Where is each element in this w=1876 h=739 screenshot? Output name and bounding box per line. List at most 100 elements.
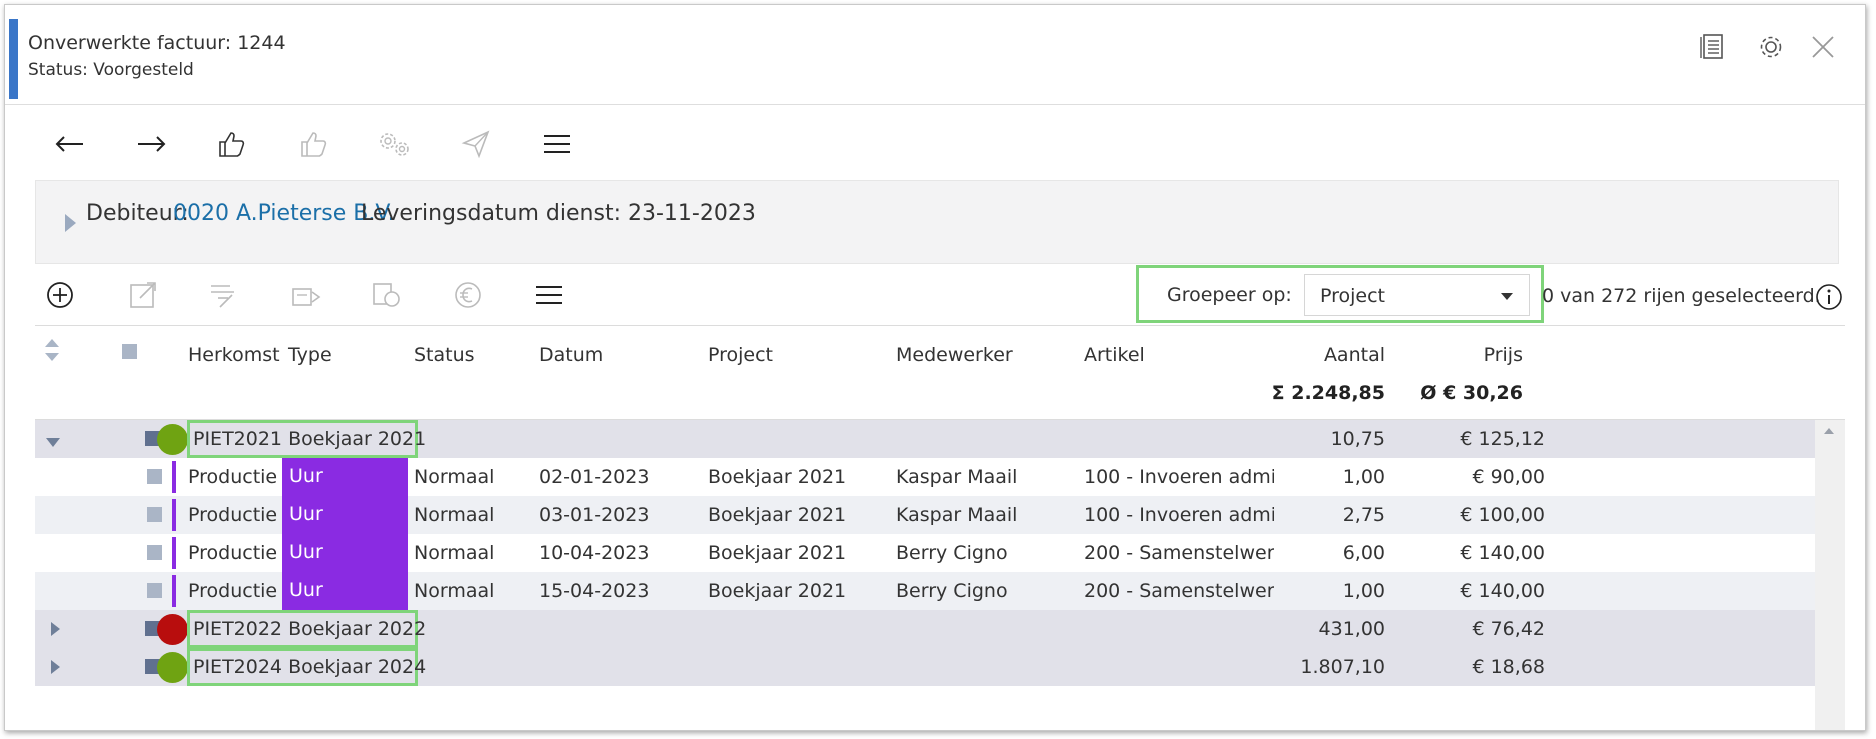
grid-hamburger-menu-icon[interactable] xyxy=(526,272,572,318)
cell-aantal: 6,00 xyxy=(1342,542,1385,564)
open-external-icon xyxy=(120,272,166,318)
vertical-scrollbar[interactable] xyxy=(1815,420,1845,730)
col-prijs[interactable]: Prijs xyxy=(1423,344,1523,366)
add-circle-icon[interactable] xyxy=(37,272,83,318)
assign-icon xyxy=(201,272,247,318)
cell-datum: 03-01-2023 xyxy=(539,504,650,526)
group-row[interactable]: PIET2021 Boekjaar 2021 10,75 € 125,12 xyxy=(35,420,1815,458)
col-medewerker[interactable]: Medewerker xyxy=(896,344,1013,366)
cell-aantal: 1,00 xyxy=(1342,580,1385,602)
back-arrow-icon[interactable] xyxy=(47,121,93,167)
cell-datum: 02-01-2023 xyxy=(539,466,650,488)
group-aantal: 10,75 xyxy=(1330,428,1385,450)
chevron-down-icon xyxy=(1501,293,1513,300)
table-row[interactable]: Productie Uur Normaal 10-04-2023 Boekjaar 20… xyxy=(35,534,1815,572)
expand-group-icon[interactable] xyxy=(51,622,60,636)
thumbs-up-icon[interactable] xyxy=(209,121,255,167)
info-icon[interactable] xyxy=(1815,283,1843,311)
col-herkomst[interactable]: Herkomst xyxy=(188,344,280,366)
table-row[interactable]: Productie Uur Normaal 03-01-2023 Boekjaar 20… xyxy=(35,496,1815,534)
cell-project: Boekjaar 2021 xyxy=(708,466,847,488)
group-label: PIET2021 Boekjaar 2021 xyxy=(193,428,427,450)
select-all-checkbox[interactable] xyxy=(122,344,137,359)
col-datum[interactable]: Datum xyxy=(539,344,603,366)
row-checkbox[interactable] xyxy=(147,583,162,598)
row-type-marker xyxy=(172,499,176,531)
euro-icon xyxy=(445,272,491,318)
group-label: PIET2022 Boekjaar 2022 xyxy=(193,618,427,640)
cell-aantal: 1,00 xyxy=(1342,466,1385,488)
cell-prijs: € 140,00 xyxy=(1460,580,1545,602)
col-aantal[interactable]: Aantal xyxy=(1285,344,1385,366)
forward-arrow-icon[interactable] xyxy=(128,121,174,167)
group-row[interactable]: PIET2024 Boekjaar 2024 1.807,10 € 18,68 xyxy=(35,648,1815,686)
table-row[interactable]: Productie Uur Normaal 15-04-2023 Boekjaar 20… xyxy=(35,572,1815,610)
delivery-date: Leveringsdatum dienst: 23-11-2023 xyxy=(361,201,756,226)
status-dot-icon xyxy=(157,424,188,455)
invoice-grid: Herkomst Type Status Datum Project Medew… xyxy=(35,325,1845,730)
group-by-select[interactable]: Project xyxy=(1304,274,1530,316)
cell-prijs: € 100,00 xyxy=(1460,504,1545,526)
col-project[interactable]: Project xyxy=(708,344,773,366)
cell-datum: 10-04-2023 xyxy=(539,542,650,564)
grid-header: Herkomst Type Status Datum Project Medew… xyxy=(35,326,1845,420)
group-aantal: 1.807,10 xyxy=(1300,656,1385,678)
group-prijs: € 76,42 xyxy=(1472,618,1545,640)
title-accent-bar xyxy=(9,19,18,99)
cell-project: Boekjaar 2021 xyxy=(708,542,847,564)
gear-icon[interactable] xyxy=(1753,29,1789,65)
cell-prijs: € 140,00 xyxy=(1460,542,1545,564)
cell-herkomst: Productie xyxy=(188,542,278,564)
expand-group-icon[interactable] xyxy=(51,660,60,674)
close-icon[interactable] xyxy=(1805,29,1841,65)
col-artikel[interactable]: Artikel xyxy=(1084,344,1145,366)
gears-icon xyxy=(372,121,418,167)
col-status[interactable]: Status xyxy=(414,344,475,366)
debtor-panel: Debiteur: 0020 A.Pieterse B.V. Leverings… xyxy=(35,180,1839,264)
cell-herkomst: Productie xyxy=(188,504,278,526)
main-toolbar xyxy=(35,121,635,171)
cell-status: Normaal xyxy=(414,542,495,564)
selection-count: 0 van 272 rijen geselecteerd. xyxy=(1542,285,1821,307)
status-dot-icon xyxy=(157,614,188,645)
row-type-marker xyxy=(172,575,176,607)
group-prijs: € 18,68 xyxy=(1472,656,1545,678)
cell-prijs: € 90,00 xyxy=(1472,466,1545,488)
cell-medewerker: Berry Cigno xyxy=(896,580,1008,602)
cell-type: Uur xyxy=(282,572,408,610)
invoice-window: Onverwerkte factuur: 1244 Status: Voorge… xyxy=(4,4,1866,731)
cell-datum: 15-04-2023 xyxy=(539,580,650,602)
thumbs-up-disabled-icon xyxy=(291,121,337,167)
row-type-marker xyxy=(172,537,176,569)
collapse-group-icon[interactable] xyxy=(46,438,60,447)
cell-medewerker: Berry Cigno xyxy=(896,542,1008,564)
group-by-label: Groepeer op: xyxy=(1167,284,1292,306)
scroll-up-icon[interactable] xyxy=(1824,428,1834,434)
hamburger-menu-icon[interactable] xyxy=(534,121,580,167)
transfer-icon xyxy=(283,272,329,318)
cell-herkomst: Productie xyxy=(188,466,278,488)
cell-type-text: Uur xyxy=(289,465,323,487)
sort-toggle-icon[interactable] xyxy=(43,337,61,367)
row-checkbox[interactable] xyxy=(147,545,162,560)
expand-panel-icon[interactable] xyxy=(65,214,76,232)
cell-type-text: Uur xyxy=(289,579,323,601)
status-dot-icon xyxy=(157,652,188,683)
table-row[interactable]: Productie Uur Normaal 02-01-2023 Boekjaar 20… xyxy=(35,458,1815,496)
cell-type: Uur xyxy=(282,534,408,572)
cell-status: Normaal xyxy=(414,580,495,602)
col-type[interactable]: Type xyxy=(288,344,332,366)
group-row[interactable]: PIET2022 Boekjaar 2022 431,00 € 76,42 xyxy=(35,610,1815,648)
row-checkbox[interactable] xyxy=(147,469,162,484)
cell-medewerker: Kaspar Maail xyxy=(896,466,1018,488)
row-type-marker xyxy=(172,461,176,493)
window-title: Onverwerkte factuur: 1244 xyxy=(28,32,286,54)
cell-type-text: Uur xyxy=(289,541,323,563)
total-aantal: Σ 2.248,85 xyxy=(1271,382,1385,404)
recalc-icon xyxy=(364,272,410,318)
cell-project: Boekjaar 2021 xyxy=(708,580,847,602)
document-list-icon[interactable] xyxy=(1695,29,1731,65)
cell-status: Normaal xyxy=(414,466,495,488)
row-checkbox[interactable] xyxy=(147,507,162,522)
cell-type: Uur xyxy=(282,496,408,534)
